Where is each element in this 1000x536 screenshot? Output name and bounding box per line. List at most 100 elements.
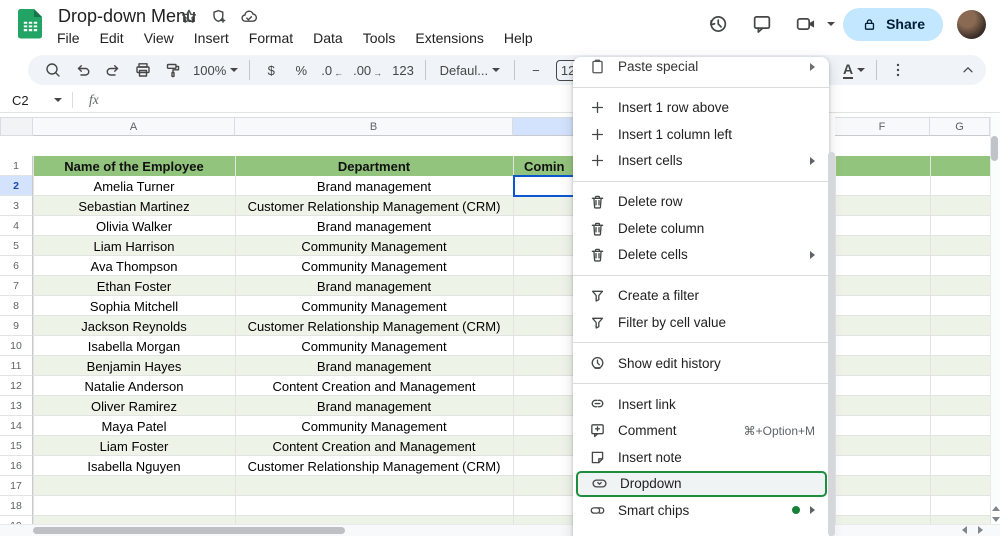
column-header-G[interactable]: G xyxy=(930,117,990,136)
cell-department[interactable]: Community Management xyxy=(235,236,513,256)
cell-department[interactable]: Customer Relationship Management (CRM) xyxy=(235,456,513,476)
cell-department[interactable]: Community Management xyxy=(235,336,513,356)
cell-name[interactable]: Maya Patel xyxy=(33,416,235,436)
more-formats-button[interactable]: 123 xyxy=(389,57,417,83)
cell-department[interactable]: Community Management xyxy=(235,256,513,276)
cell-name[interactable]: Liam Foster xyxy=(33,436,235,456)
menubar-item-edit[interactable]: Edit xyxy=(91,28,133,48)
hide-menus-button[interactable] xyxy=(953,55,983,85)
menubar-item-extensions[interactable]: Extensions xyxy=(406,28,492,48)
cell-name[interactable]: Isabella Morgan xyxy=(33,336,235,356)
cell-department[interactable]: Brand management xyxy=(235,396,513,416)
format-percent-button[interactable]: % xyxy=(288,57,314,83)
document-title[interactable]: Drop-down Menu xyxy=(58,6,196,27)
row-header-16[interactable]: 16 xyxy=(0,456,33,476)
comments-icon[interactable] xyxy=(744,6,780,42)
menu-item-delete-row[interactable]: Delete row xyxy=(573,189,829,216)
redo-button[interactable] xyxy=(100,57,126,83)
decrease-font-size-button[interactable]: − xyxy=(523,57,549,83)
text-color-button[interactable]: A xyxy=(840,57,868,83)
cell-department[interactable]: Community Management xyxy=(235,296,513,316)
version-history-icon[interactable] xyxy=(700,6,736,42)
cell-name[interactable]: Olivia Walker xyxy=(33,216,235,236)
row-header-14[interactable]: 14 xyxy=(0,416,33,436)
vertical-scrollbar-thumb[interactable] xyxy=(991,136,998,161)
row-header-6[interactable]: 6 xyxy=(0,256,33,276)
share-button[interactable]: Share xyxy=(843,7,943,41)
cell-department[interactable]: Brand management xyxy=(235,276,513,296)
menu-item-show-edit-history[interactable]: Show edit history xyxy=(573,350,829,377)
paint-format-button[interactable] xyxy=(160,57,186,83)
cell-name[interactable]: Sebastian Martinez xyxy=(33,196,235,216)
menu-item-paste-special[interactable]: Paste special xyxy=(573,57,829,80)
name-box[interactable]: C2 xyxy=(0,93,62,108)
menu-item-insert-1-column-left[interactable]: Insert 1 column left xyxy=(573,121,829,148)
undo-button[interactable] xyxy=(70,57,96,83)
row-header-18[interactable]: 18 xyxy=(0,496,33,516)
row-header-13[interactable]: 13 xyxy=(0,396,33,416)
cell-name[interactable]: Oliver Ramirez xyxy=(33,396,235,416)
zoom-select-button[interactable]: 100% xyxy=(190,57,241,83)
menu-item-filter-by-cell-value[interactable]: Filter by cell value xyxy=(573,309,829,336)
menu-item-smart-chips[interactable]: Smart chips xyxy=(573,497,829,524)
row-header-11[interactable]: 11 xyxy=(0,356,33,376)
cell-name[interactable]: Benjamin Hayes xyxy=(33,356,235,376)
menubar-item-data[interactable]: Data xyxy=(304,28,352,48)
cell-name[interactable]: Ethan Foster xyxy=(33,276,235,296)
menubar-item-insert[interactable]: Insert xyxy=(185,28,238,48)
cell-department[interactable]: Customer Relationship Management (CRM) xyxy=(235,316,513,336)
meet-icon-caret-icon[interactable] xyxy=(827,22,836,26)
row-header-10[interactable]: 10 xyxy=(0,336,33,356)
cell-name[interactable]: Amelia Turner xyxy=(33,176,235,196)
cell-department[interactable]: Customer Relationship Management (CRM) xyxy=(235,196,513,216)
cell-department[interactable]: Community Management xyxy=(235,416,513,436)
cell-name[interactable]: Natalie Anderson xyxy=(33,376,235,396)
scroll-right-icon[interactable] xyxy=(978,526,983,534)
menu-item-dropdown[interactable]: Dropdown xyxy=(575,470,827,497)
row-header-3[interactable]: 3 xyxy=(0,196,33,216)
format-currency-button[interactable]: $ xyxy=(258,57,284,83)
menu-item-insert-note[interactable]: Insert note xyxy=(573,444,829,471)
horizontal-scrollbar-thumb[interactable] xyxy=(33,527,345,534)
column-header-F[interactable]: F xyxy=(835,117,930,136)
menu-item-create-a-filter[interactable]: Create a filter xyxy=(573,283,829,310)
row-header-4[interactable]: 4 xyxy=(0,216,33,236)
table-row[interactable] xyxy=(33,476,990,496)
menubar-item-format[interactable]: Format xyxy=(240,28,302,48)
menubar-item-view[interactable]: View xyxy=(135,28,183,48)
row-header-2[interactable]: 2 xyxy=(0,176,33,196)
row-header-1[interactable]: 1 xyxy=(0,156,33,176)
cell-department[interactable]: Content Creation and Management xyxy=(235,376,513,396)
column-header-A[interactable]: A xyxy=(33,117,235,136)
menu-item-comment[interactable]: Comment ⌘+Option+M xyxy=(573,418,829,445)
more-toolbar-button[interactable] xyxy=(885,57,911,83)
row-header-17[interactable]: 17 xyxy=(0,476,33,496)
user-avatar[interactable] xyxy=(957,9,986,39)
vertical-scrollbar-track[interactable] xyxy=(990,117,1000,504)
column-header-B[interactable]: B xyxy=(235,117,513,136)
row-header-8[interactable]: 8 xyxy=(0,296,33,316)
cell-department[interactable]: Content Creation and Management xyxy=(235,436,513,456)
context-menu-scrollbar-thumb[interactable] xyxy=(828,152,835,536)
menu-item-delete-column[interactable]: Delete column xyxy=(573,215,829,242)
scroll-up-icon[interactable] xyxy=(992,506,1000,511)
scroll-down-icon[interactable] xyxy=(992,517,1000,522)
font-family-button[interactable]: Defaul... xyxy=(434,57,506,83)
menu-item-delete-cells[interactable]: Delete cells xyxy=(573,242,829,269)
row-header-7[interactable]: 7 xyxy=(0,276,33,296)
cell-name[interactable]: Liam Harrison xyxy=(33,236,235,256)
menu-item-insert-1-row-above[interactable]: Insert 1 row above xyxy=(573,95,829,122)
meet-icon-group[interactable] xyxy=(788,6,836,42)
scroll-left-icon[interactable] xyxy=(962,526,967,534)
table-row[interactable] xyxy=(33,496,990,516)
menu-item-insert-cells[interactable]: Insert cells xyxy=(573,148,829,175)
cell-name[interactable]: Jackson Reynolds xyxy=(33,316,235,336)
cell-department[interactable]: Brand management xyxy=(235,356,513,376)
meet-icon[interactable] xyxy=(788,6,824,42)
decrease-decimal-button[interactable]: .0 ← xyxy=(318,57,346,83)
row-header-9[interactable]: 9 xyxy=(0,316,33,336)
spreadsheet-grid[interactable]: ABCFGName of the EmployeeDepartmentComin… xyxy=(0,117,1000,536)
menubar-item-help[interactable]: Help xyxy=(495,28,542,48)
cell-department[interactable]: Brand management xyxy=(235,216,513,236)
row-header-15[interactable]: 15 xyxy=(0,436,33,456)
